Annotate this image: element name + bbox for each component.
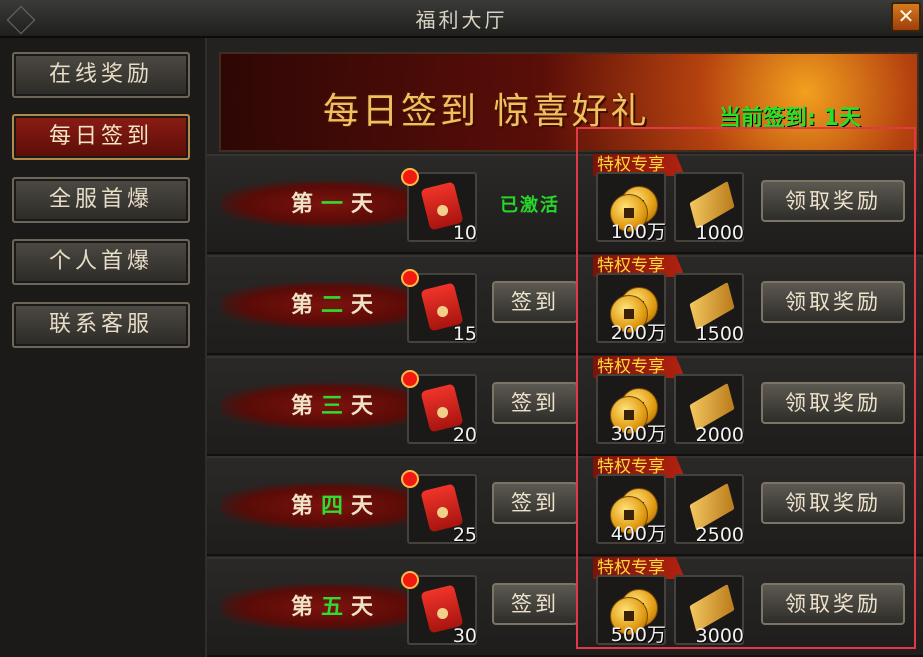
day-row: 第五天 30 签到 特权专享 500万 3000 领取奖励 bbox=[207, 557, 923, 657]
day-row: 第四天 25 签到 特权专享 400万 2500 领取奖励 bbox=[207, 456, 923, 556]
gold-coin-quantity: 400万 bbox=[610, 523, 666, 545]
title-bar: 福利大厅 ✕ bbox=[0, 0, 923, 38]
day-label: 第一天 bbox=[291, 186, 381, 218]
red-packet-slot[interactable]: 10 bbox=[401, 168, 477, 244]
gold-coin-slot[interactable]: 300万 bbox=[596, 374, 666, 445]
day-suffix: 天 bbox=[351, 394, 382, 419]
signin-button[interactable]: 签到 bbox=[492, 482, 578, 524]
ticket-quantity: 1500 bbox=[695, 323, 744, 345]
signin-status: 当前签到: 1天 bbox=[719, 106, 861, 131]
day-prefix: 第 bbox=[291, 293, 322, 318]
day-number: 四 bbox=[321, 494, 352, 519]
gold-coin-slot[interactable]: 200万 bbox=[596, 273, 666, 344]
red-packet-slot[interactable]: 30 bbox=[401, 571, 477, 647]
day-number: 二 bbox=[321, 293, 352, 318]
notification-dot-icon bbox=[401, 168, 419, 186]
sidebar: 在线奖励 每日签到 全服首爆 个人首爆 联系客服 bbox=[0, 38, 207, 657]
day-suffix: 天 bbox=[351, 293, 382, 318]
ticket-slot[interactable]: 3000 bbox=[674, 575, 744, 647]
day-suffix: 天 bbox=[351, 494, 382, 519]
gold-coin-quantity: 100万 bbox=[610, 221, 666, 243]
red-packet-quantity: 20 bbox=[452, 424, 477, 446]
red-packet-quantity: 10 bbox=[452, 222, 477, 244]
main-panel: 每日签到 惊喜好礼 当前签到: 1天 第一天 10 已激活 特权专享 100万 … bbox=[207, 38, 923, 657]
sidebar-item-server-first-drop[interactable]: 全服首爆 bbox=[12, 177, 190, 223]
close-button[interactable]: ✕ bbox=[891, 2, 921, 32]
sidebar-item-contact-support[interactable]: 联系客服 bbox=[12, 302, 190, 348]
day-prefix: 第 bbox=[291, 494, 322, 519]
day-label: 第二天 bbox=[291, 287, 381, 319]
ticket-quantity: 2000 bbox=[695, 424, 744, 446]
gold-coin-quantity: 300万 bbox=[610, 423, 666, 445]
day-suffix: 天 bbox=[351, 192, 382, 217]
red-packet-quantity: 15 bbox=[452, 323, 477, 345]
signin-button[interactable]: 签到 bbox=[492, 281, 578, 323]
ticket-quantity: 1000 bbox=[695, 222, 744, 244]
signin-button[interactable]: 签到 bbox=[492, 583, 578, 625]
claim-reward-button[interactable]: 领取奖励 bbox=[761, 382, 905, 424]
day-label: 第四天 bbox=[291, 488, 381, 520]
red-packet-slot[interactable]: 20 bbox=[401, 370, 477, 446]
day-prefix: 第 bbox=[291, 394, 322, 419]
day-number: 三 bbox=[321, 394, 352, 419]
claim-reward-button[interactable]: 领取奖励 bbox=[761, 583, 905, 625]
claim-reward-button[interactable]: 领取奖励 bbox=[761, 482, 905, 524]
sidebar-item-personal-first-drop[interactable]: 个人首爆 bbox=[12, 239, 190, 285]
ticket-slot[interactable]: 1500 bbox=[674, 273, 744, 345]
ticket-quantity: 2500 bbox=[695, 524, 744, 546]
day-prefix: 第 bbox=[291, 192, 322, 217]
notification-dot-icon bbox=[401, 370, 419, 388]
day-prefix: 第 bbox=[291, 595, 322, 620]
day-row: 第一天 10 已激活 特权专享 100万 1000 领取奖励 bbox=[207, 154, 923, 254]
gold-coin-slot[interactable]: 100万 bbox=[596, 172, 666, 243]
notification-dot-icon bbox=[401, 470, 419, 488]
banner-title: 每日签到 惊喜好礼 bbox=[323, 91, 650, 132]
banner: 每日签到 惊喜好礼 当前签到: 1天 bbox=[219, 52, 919, 152]
day-suffix: 天 bbox=[351, 595, 382, 620]
gold-coin-slot[interactable]: 400万 bbox=[596, 474, 666, 545]
red-packet-quantity: 30 bbox=[452, 625, 477, 647]
red-packet-slot[interactable]: 15 bbox=[401, 269, 477, 345]
gold-coin-slot[interactable]: 500万 bbox=[596, 575, 666, 646]
window-title: 福利大厅 bbox=[415, 8, 508, 32]
red-packet-quantity: 25 bbox=[452, 524, 477, 546]
sidebar-item-online-rewards[interactable]: 在线奖励 bbox=[12, 52, 190, 98]
day-number: 五 bbox=[321, 595, 352, 620]
gold-coin-quantity: 500万 bbox=[610, 624, 666, 646]
red-packet-slot[interactable]: 25 bbox=[401, 470, 477, 546]
signin-button[interactable]: 签到 bbox=[492, 382, 578, 424]
day-row: 第二天 15 签到 特权专享 200万 1500 领取奖励 bbox=[207, 255, 923, 355]
ticket-slot[interactable]: 1000 bbox=[674, 172, 744, 244]
ticket-quantity: 3000 bbox=[695, 625, 744, 647]
gold-coin-quantity: 200万 bbox=[610, 322, 666, 344]
notification-dot-icon bbox=[401, 269, 419, 287]
activated-status: 已激活 bbox=[500, 195, 560, 216]
notification-dot-icon bbox=[401, 571, 419, 589]
ticket-slot[interactable]: 2000 bbox=[674, 374, 744, 446]
day-label: 第三天 bbox=[291, 388, 381, 420]
claim-reward-button[interactable]: 领取奖励 bbox=[761, 281, 905, 323]
claim-reward-button[interactable]: 领取奖励 bbox=[761, 180, 905, 222]
day-number: 一 bbox=[321, 192, 352, 217]
sidebar-item-daily-signin[interactable]: 每日签到 bbox=[12, 114, 190, 160]
day-label: 第五天 bbox=[291, 589, 381, 621]
ticket-slot[interactable]: 2500 bbox=[674, 474, 744, 546]
day-row: 第三天 20 签到 特权专享 300万 2000 领取奖励 bbox=[207, 356, 923, 456]
